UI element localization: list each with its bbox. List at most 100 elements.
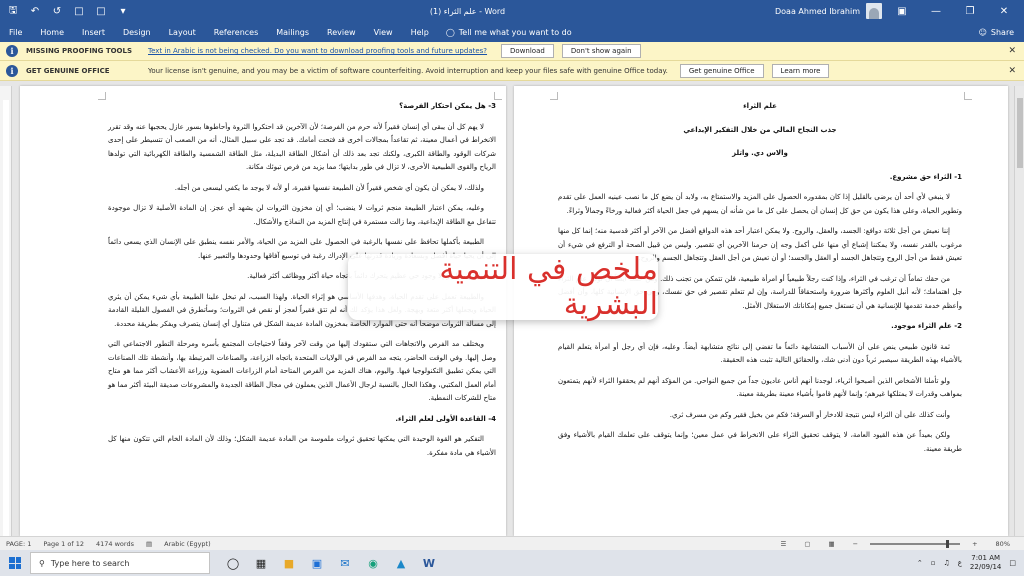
heading: 4- القاعدة الأولى لعلم الثراء. <box>395 414 496 423</box>
file-explorer-icon[interactable]: ■ <box>280 554 298 572</box>
info-icon: i <box>6 45 18 57</box>
store-icon[interactable]: ▣ <box>308 554 326 572</box>
user-name[interactable]: Doaa Ahmed Ibrahim <box>775 7 860 16</box>
get-genuine-office-button[interactable]: Get genuine Office <box>679 63 764 78</box>
scrollbar-thumb[interactable] <box>1017 98 1023 168</box>
close-icon[interactable]: ✕ <box>1008 46 1016 56</box>
show-hidden-icons-icon[interactable]: ⌃ <box>917 559 923 567</box>
tab-references[interactable]: References <box>205 22 267 42</box>
vertical-ruler <box>0 86 12 536</box>
paragraph: ولو تأملنا الأشخاص الذين أصبحوا أثرياء، … <box>558 376 962 399</box>
clock[interactable]: 7:01 AM 22/09/14 <box>970 554 1001 572</box>
read-mode-icon[interactable]: ☰ <box>775 540 793 548</box>
message-bar-proofing: i MISSING PROOFING TOOLS Text in Arabic … <box>0 42 1024 61</box>
mail-icon[interactable]: ✉ <box>336 554 354 572</box>
zoom-level[interactable]: 80% <box>990 540 1016 548</box>
tab-insert[interactable]: Insert <box>73 22 114 42</box>
title-bar: 🖫 ↶ ↺ □ □ ▾ علم الثراء (1) - Word Doaa A… <box>0 0 1024 22</box>
heading: 1- الثراء حق مشروع. <box>889 172 962 181</box>
share-icon: ☺ <box>978 27 987 37</box>
heading: 3- هل يمكن احتكار الفرصة؟ <box>399 102 496 110</box>
redo-icon[interactable]: ↺ <box>50 4 64 18</box>
ribbon-display-options-icon[interactable]: ▣ <box>888 6 916 17</box>
tab-view[interactable]: View <box>365 22 402 42</box>
paragraph: ويختلف مد الفرص والاتجاهات التي ستقودك إ… <box>108 340 496 402</box>
user-area: Doaa Ahmed Ibrahim ▣ — ❐ ✕ <box>775 3 1024 19</box>
proofing-icon[interactable]: ▤ <box>140 540 158 548</box>
volume-icon[interactable]: ♫ <box>943 559 949 567</box>
tab-layout[interactable]: Layout <box>160 22 205 42</box>
tell-me-box[interactable]: ◯ Tell me what you want to do <box>438 28 572 37</box>
tab-file[interactable]: File <box>0 22 31 42</box>
zoom-in-icon[interactable]: + <box>966 540 983 548</box>
close-icon[interactable]: ✕ <box>990 6 1018 17</box>
lightbulb-icon: ◯ <box>445 27 455 37</box>
tab-mailings[interactable]: Mailings <box>267 22 318 42</box>
zoom-out-icon[interactable]: − <box>847 540 864 548</box>
paragraph: لا ينبغي لأي أحد أن يرضى بالقليل إذا كان… <box>558 193 962 215</box>
taskbar: ⚲ Type here to search ◯ ▦ ■ ▣ ✉ ◉ ▲ W ⌃ … <box>0 550 1024 576</box>
share-label: Share <box>990 27 1014 37</box>
heading: 2- علم الثراء موجود. <box>891 322 962 330</box>
tab-help[interactable]: Help <box>402 22 438 42</box>
customize-toolbar-icon[interactable]: ▾ <box>116 4 130 18</box>
ribbon-tabs: File Home Insert Design Layout Reference… <box>0 22 1024 42</box>
paragraph: التفكير هو القوة الوحيدة التي يمكنها تحق… <box>108 435 496 457</box>
message-text-link[interactable]: Text in Arabic is not being checked. Do … <box>148 47 487 55</box>
search-icon: ⚲ <box>39 558 45 568</box>
status-page-of[interactable]: Page 1 of 12 <box>37 540 90 548</box>
web-layout-icon[interactable]: ▦ <box>822 540 840 548</box>
start-button[interactable] <box>0 550 30 576</box>
avatar[interactable] <box>866 3 882 19</box>
paragraph: ثمة قانون طبيعي ينص على أن الأسباب المتش… <box>558 342 962 365</box>
window-title: علم الثراء (1) - Word <box>429 6 506 16</box>
message-text: Your license isn't genuine, and you may … <box>148 66 668 75</box>
status-page[interactable]: PAGE: 1 <box>0 540 37 548</box>
paragraph: لا يهم كل أن يبقى أي إنسان فقيراً لأنه ح… <box>108 122 496 172</box>
save-icon[interactable]: 🖫 <box>6 4 20 18</box>
zoom-control: ☰ ▢ ▦ − + 80% <box>775 539 1024 548</box>
heading: والاس دي. واتلز <box>732 149 788 157</box>
print-layout-icon[interactable]: ▢ <box>798 540 816 548</box>
paragraph: ولكن بعيداً عن هذه القيود العامة، لا يتو… <box>558 431 962 453</box>
dont-show-again-button[interactable]: Don't show again <box>561 44 641 58</box>
open-icon[interactable]: □ <box>94 4 108 18</box>
heading: علم الثراء <box>743 102 777 110</box>
info-icon: i <box>6 64 18 77</box>
message-heading: MISSING PROOFING TOOLS <box>26 47 133 55</box>
paragraph: وأنت كذلك على أن الثراء ليس نتيجة للادخا… <box>669 410 950 419</box>
new-doc-icon[interactable]: □ <box>72 4 86 18</box>
input-language[interactable]: ع <box>958 559 962 567</box>
word-icon[interactable]: W <box>420 554 438 572</box>
undo-icon[interactable]: ↶ <box>28 4 42 18</box>
windows-icon <box>9 557 21 569</box>
overlay-caption: ملخص في التنمية البشرية <box>348 252 658 322</box>
search-placeholder: Type here to search <box>50 558 130 568</box>
paragraph: ولذلك، لا يمكن أن يكون أي شخص فقيراً لأن… <box>174 183 484 192</box>
vertical-scrollbar[interactable] <box>1014 86 1024 536</box>
notifications-icon[interactable]: □ <box>1009 559 1016 567</box>
tab-review[interactable]: Review <box>318 22 365 42</box>
maximize-icon[interactable]: ❐ <box>956 6 984 17</box>
close-icon[interactable]: ✕ <box>1008 66 1016 76</box>
learn-more-button[interactable]: Learn more <box>771 63 830 78</box>
overlay-text: ملخص في التنمية البشرية <box>439 252 658 322</box>
zoom-slider[interactable] <box>870 539 961 548</box>
status-language[interactable]: Arabic (Egypt) <box>158 540 217 548</box>
share-button[interactable]: ☺ Share <box>979 28 1024 37</box>
widgets-icon[interactable]: ▦ <box>252 554 270 572</box>
taskbar-search[interactable]: ⚲ Type here to search <box>30 552 210 574</box>
tab-design[interactable]: Design <box>114 22 160 42</box>
task-view-icon[interactable]: ◯ <box>224 554 242 572</box>
message-bar-genuine: i GET GENUINE OFFICE Your license isn't … <box>0 61 1024 81</box>
edge-icon[interactable]: ◉ <box>364 554 382 572</box>
status-bar: PAGE: 1 Page 1 of 12 4174 words ▤ Arabic… <box>0 536 1024 550</box>
download-button[interactable]: Download <box>501 44 554 58</box>
clock-time: 7:01 AM <box>971 554 1001 562</box>
paragraph: وعليه، يمكن اعتبار الطبيعة منجم ثروات لا… <box>108 204 496 226</box>
network-icon[interactable]: ▫ <box>931 559 936 567</box>
tab-home[interactable]: Home <box>31 22 73 42</box>
photos-icon[interactable]: ▲ <box>392 554 410 572</box>
minimize-icon[interactable]: — <box>922 6 950 17</box>
status-word-count[interactable]: 4174 words <box>90 540 140 548</box>
